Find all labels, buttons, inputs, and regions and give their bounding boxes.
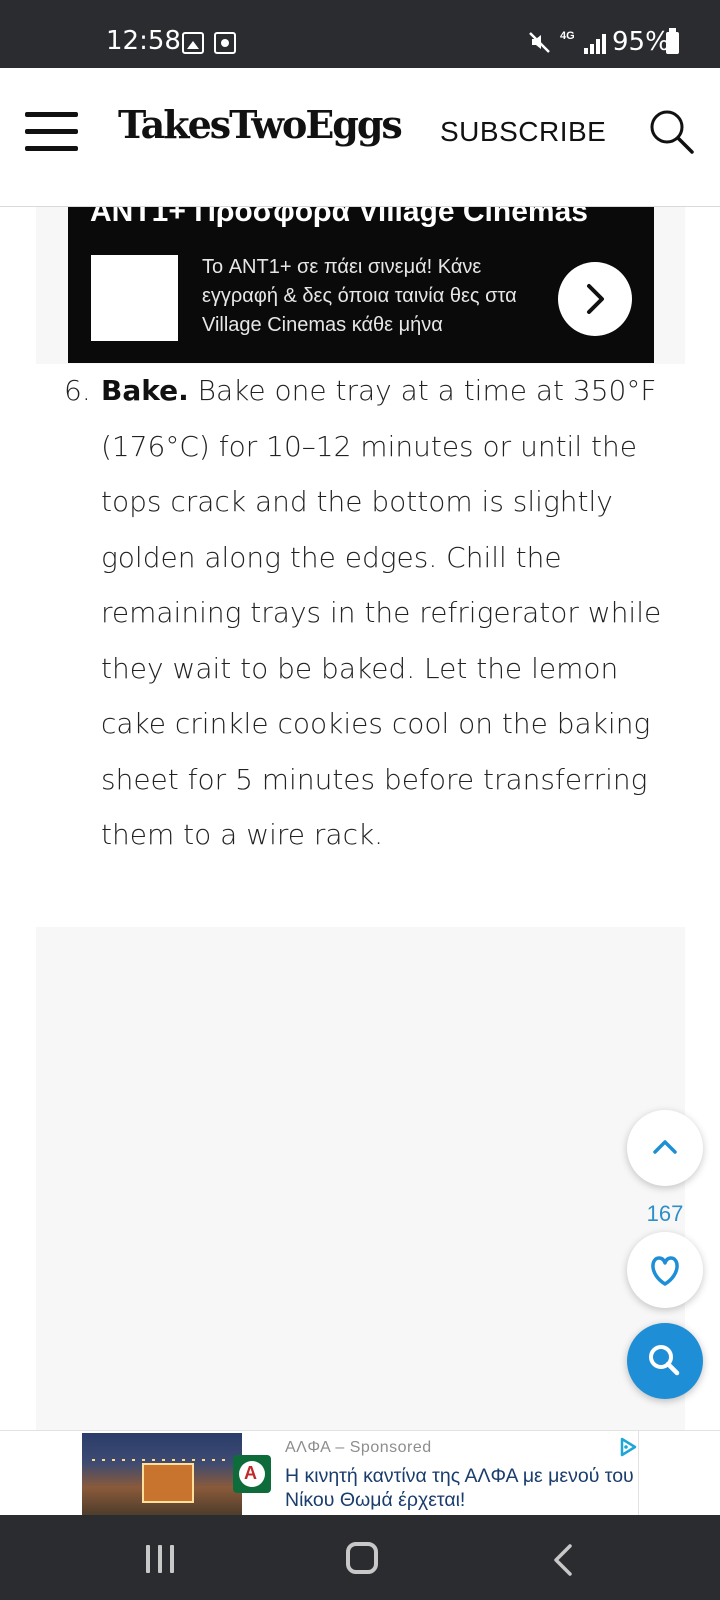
ad-sponsor-label: ΑΛΦΑ – Sponsored — [285, 1439, 432, 1456]
ad-body: Το ANT1+ σε πάει σινεμά! Κάνε εγγραφή & … — [202, 256, 517, 336]
mute-icon — [529, 32, 550, 53]
ad-title: ANT1+ Προσφορά Village Cinemas — [90, 207, 588, 228]
heart-icon — [651, 1256, 679, 1286]
recent-apps-icon[interactable] — [146, 1545, 176, 1573]
status-bar: 12:58 4G 95% — [0, 0, 720, 68]
step-number: 6. — [64, 374, 91, 407]
cinema-ad[interactable]: ANT1+ Προσφορά Village Cinemas Το ANT1+ … — [68, 207, 654, 363]
site-logo[interactable]: TakesTwoEggs — [118, 102, 403, 147]
scroll-to-top-button[interactable] — [627, 1110, 703, 1186]
battery-icon — [666, 28, 679, 54]
ad-image — [82, 1433, 242, 1517]
gallery-notification-icon — [182, 32, 204, 54]
chevron-right-icon — [587, 284, 604, 314]
hamburger-icon[interactable] — [25, 112, 78, 152]
search-icon — [649, 1345, 680, 1376]
site-header: TakesTwoEggs SUBSCRIBE — [0, 68, 720, 207]
sponsored-ad-banner[interactable]: A ΑΛΦΑ – Sponsored Η κινητή καντίνα της … — [0, 1430, 720, 1517]
ad-thumbnail — [91, 255, 178, 341]
ad-open-button[interactable] — [558, 262, 632, 336]
ad-divider — [638, 1431, 639, 1515]
ad-placeholder — [36, 927, 685, 1430]
status-time: 12:58 — [106, 26, 181, 56]
ad-headline[interactable]: Η κινητή καντίνα της ΑΛΦΑ με μενού του Ν… — [285, 1464, 640, 1512]
step-heading: Bake. — [101, 374, 189, 407]
chevron-left-icon[interactable] — [552, 1543, 574, 1577]
step-text: Bake. Bake one tray at a time at 350°F (… — [101, 363, 671, 863]
battery-percentage: 95% — [612, 27, 670, 57]
system-navigation-bar — [0, 1515, 720, 1600]
step-body: Bake one tray at a time at 350°F (176°C)… — [101, 374, 662, 851]
search-icon[interactable] — [648, 108, 696, 156]
alfa-logo: A — [233, 1455, 271, 1493]
home-icon[interactable] — [346, 1542, 378, 1574]
floating-search-button[interactable] — [627, 1323, 703, 1399]
screen-recorder-icon — [214, 32, 236, 54]
adchoices-icon[interactable] — [618, 1437, 638, 1457]
network-type: 4G — [560, 30, 575, 42]
favorite-count: 167 — [646, 1201, 684, 1226]
favorite-button[interactable] — [627, 1232, 703, 1308]
subscribe-button[interactable]: SUBSCRIBE — [440, 116, 606, 148]
chevron-up-icon — [653, 1140, 677, 1154]
signal-icon — [584, 34, 606, 54]
